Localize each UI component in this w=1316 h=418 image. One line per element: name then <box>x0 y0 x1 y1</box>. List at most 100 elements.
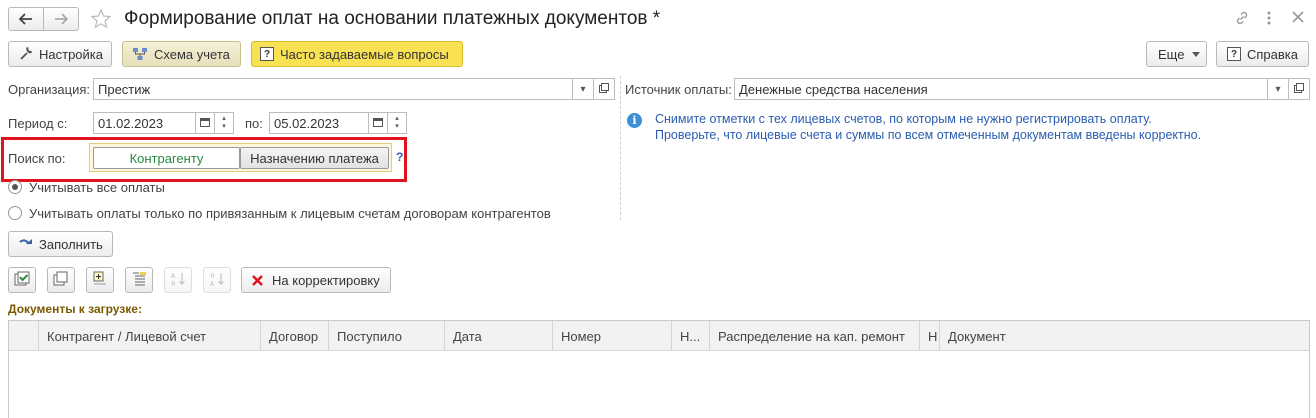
page-title: Формирование оплат на основании платежны… <box>124 8 661 29</box>
stepper-down-icon: ▾ <box>395 123 399 130</box>
sort-descending-icon: ЯA <box>209 271 225 290</box>
check-all-icon <box>14 271 30 290</box>
stepper-down-icon: ▾ <box>222 123 226 130</box>
fill-arrow-icon <box>19 238 33 250</box>
question-box-icon: ? <box>260 47 274 61</box>
fill-button[interactable]: Заполнить <box>8 231 113 257</box>
column-received[interactable]: Поступило <box>329 321 445 351</box>
accounting-scheme-button[interactable]: Схема учета <box>122 41 241 67</box>
column-document[interactable]: Документ <box>940 321 1309 351</box>
radio-all-payments-label: Учитывать все оплаты <box>29 180 165 195</box>
search-help-link[interactable]: ? <box>396 150 403 164</box>
period-to-label: по: <box>245 116 263 131</box>
info-line-2: Проверьте, что лицевые счета и суммы по … <box>655 128 1202 142</box>
period-to-value: 05.02.2023 <box>274 115 340 131</box>
search-option-purpose[interactable]: Назначению платежа <box>240 147 389 169</box>
radio-all-payments[interactable] <box>8 180 22 194</box>
column-n-truncated[interactable]: Н... <box>672 321 710 351</box>
column-number[interactable]: Номер <box>553 321 672 351</box>
dropdown-arrow-icon: ▾ <box>1275 83 1281 95</box>
more-vertical-icon[interactable] <box>1266 10 1272 29</box>
calendar-icon <box>200 117 210 130</box>
collapse-all-button[interactable] <box>125 267 153 293</box>
sort-ascending-icon: AЯ <box>170 271 186 290</box>
wrench-icon <box>19 47 33 61</box>
more-label: Еще <box>1158 46 1185 62</box>
period-to-calendar-button[interactable] <box>368 112 388 134</box>
source-dropdown-button[interactable]: ▾ <box>1267 78 1289 100</box>
org-open-button[interactable] <box>593 78 615 100</box>
help-button[interactable]: ? Справка <box>1216 41 1309 67</box>
faq-button[interactable]: ? Часто задаваемые вопросы <box>251 41 463 67</box>
dropdown-arrow-icon: ▾ <box>580 83 586 95</box>
dropdown-arrow-icon <box>1192 51 1201 57</box>
documents-table[interactable]: Контрагент / Лицевой счет Договор Поступ… <box>8 320 1310 418</box>
sort-desc-button[interactable]: ЯA <box>203 267 231 293</box>
close-icon[interactable] <box>1292 11 1304 26</box>
faq-label: Часто задаваемые вопросы <box>280 46 449 62</box>
radio-linked-payments[interactable] <box>8 206 22 220</box>
red-cross-icon <box>252 274 263 286</box>
settings-label: Настройка <box>39 46 103 62</box>
svg-text:Я: Я <box>171 281 175 287</box>
org-field[interactable]: Престиж <box>93 78 573 100</box>
column-divider <box>620 76 621 220</box>
help-label: Справка <box>1247 46 1298 62</box>
settings-button[interactable]: Настройка <box>8 41 112 67</box>
source-value: Денежные средства населения <box>739 81 928 97</box>
stepper-up-icon: ▴ <box>222 115 226 122</box>
svg-text:Я: Я <box>210 273 214 280</box>
info-icon: i <box>627 113 642 128</box>
correction-button[interactable]: На корректировку <box>241 267 391 293</box>
check-all-button[interactable] <box>8 267 36 293</box>
title-bar: Формирование оплат на основании платежны… <box>0 0 1316 38</box>
column-counterparty[interactable]: Контрагент / Лицевой счет <box>39 321 261 351</box>
org-dropdown-button[interactable]: ▾ <box>572 78 594 100</box>
source-field[interactable]: Денежные средства населения <box>734 78 1268 100</box>
scheme-label: Схема учета <box>154 46 230 62</box>
svg-text:A: A <box>171 273 176 280</box>
expand-all-button[interactable] <box>86 267 114 293</box>
period-from-value: 01.02.2023 <box>98 115 164 131</box>
forward-button[interactable] <box>43 7 79 31</box>
favorite-star-icon[interactable] <box>90 8 112 33</box>
source-open-button[interactable] <box>1288 78 1310 100</box>
uncheck-all-icon <box>53 271 69 290</box>
expand-tree-icon <box>92 271 108 290</box>
period-from-stepper[interactable]: ▴ ▾ <box>214 112 234 134</box>
period-from-calendar-button[interactable] <box>195 112 215 134</box>
stepper-up-icon: ▴ <box>395 115 399 122</box>
collapse-tree-icon <box>131 271 147 290</box>
radio-linked-payments-label: Учитывать оплаты только по привязанным к… <box>29 206 551 221</box>
table-header-check[interactable] <box>9 321 39 351</box>
open-form-icon <box>1294 82 1304 96</box>
search-option-purpose-label: Назначению платежа <box>250 150 379 166</box>
help-icon: ? <box>1227 47 1241 61</box>
arrow-left-icon <box>19 13 33 25</box>
period-to-stepper[interactable]: ▴ ▾ <box>387 112 407 134</box>
column-date[interactable]: Дата <box>445 321 553 351</box>
scheme-icon <box>132 47 148 61</box>
more-button[interactable]: Еще <box>1146 41 1207 67</box>
sort-asc-button[interactable]: AЯ <box>164 267 192 293</box>
column-n[interactable]: Н <box>920 321 940 351</box>
column-contract[interactable]: Договор <box>261 321 329 351</box>
correction-label: На корректировку <box>272 272 380 288</box>
search-option-counterparty-label: Контрагенту <box>129 150 204 166</box>
uncheck-all-button[interactable] <box>47 267 75 293</box>
column-capital-repair[interactable]: Распределение на кап. ремонт <box>710 321 920 351</box>
search-option-counterparty[interactable]: Контрагенту <box>93 147 240 169</box>
table-header: Контрагент / Лицевой счет Договор Поступ… <box>9 321 1309 351</box>
period-to-field[interactable]: 05.02.2023 <box>269 112 369 134</box>
documents-section-label: Документы к загрузке: <box>8 302 142 316</box>
info-line-1: Снимите отметки с тех лицевых счетов, по… <box>655 112 1152 126</box>
back-button[interactable] <box>8 7 44 31</box>
period-label: Период с: <box>8 116 68 131</box>
org-value: Престиж <box>98 81 151 97</box>
svg-text:A: A <box>210 281 215 287</box>
period-from-field[interactable]: 01.02.2023 <box>93 112 196 134</box>
link-icon[interactable] <box>1234 10 1250 29</box>
open-form-icon <box>599 82 609 96</box>
arrow-right-icon <box>54 13 68 25</box>
calendar-icon <box>373 117 383 130</box>
